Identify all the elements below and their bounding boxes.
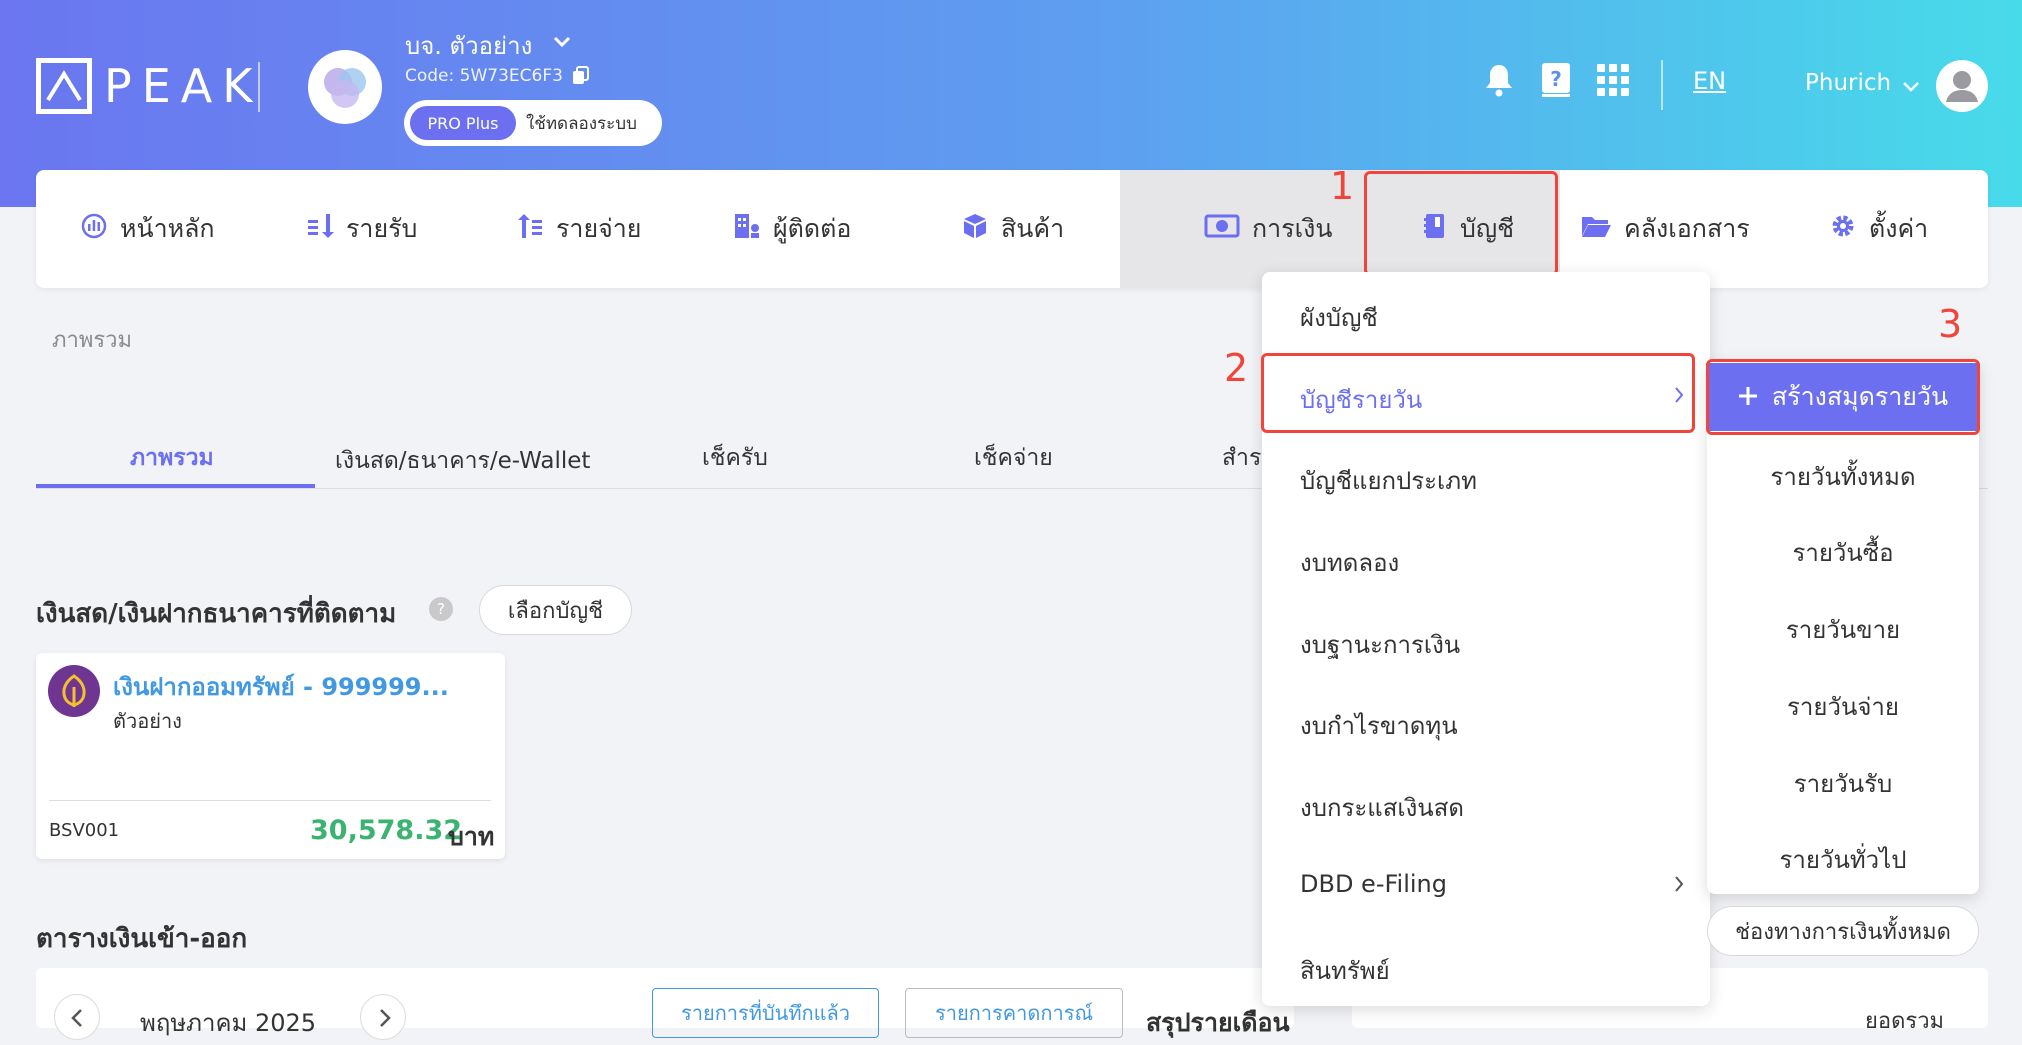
chevron-right-icon bbox=[1673, 874, 1685, 898]
nav-income[interactable]: รายรับ bbox=[306, 170, 417, 288]
select-account-button[interactable]: เลือกบัญชี bbox=[479, 585, 632, 635]
nav-finance[interactable]: การเงิน bbox=[1120, 170, 1360, 288]
nav-settings[interactable]: ตั้งค่า bbox=[1829, 170, 1928, 288]
apps-grid-icon[interactable] bbox=[1597, 64, 1629, 100]
bank-account-subtitle: ตัวอย่าง bbox=[113, 709, 182, 733]
month-label: พฤษภาคม 2025 bbox=[140, 1009, 317, 1037]
bank-account-name[interactable]: เงินฝากออมทรัพย์ - 999999... bbox=[113, 667, 449, 706]
income-icon bbox=[306, 212, 334, 246]
bank-balance: 30,578.32 bbox=[310, 815, 463, 846]
menu-item-income-statement[interactable]: งบกำไรขาดทุน bbox=[1300, 706, 1458, 745]
user-name[interactable]: Phurich bbox=[1805, 70, 1891, 96]
submenu-item-all-journals[interactable]: รายวันทั้งหมด bbox=[1707, 457, 1979, 496]
folder-icon bbox=[1580, 212, 1612, 246]
nav-label: สินค้า bbox=[1001, 214, 1065, 243]
language-switch[interactable]: EN bbox=[1693, 67, 1726, 95]
peak-logo-mark[interactable] bbox=[36, 58, 92, 114]
dashboard-icon bbox=[80, 212, 108, 246]
tab-overview[interactable]: ภาพรวม bbox=[130, 440, 214, 476]
currency-label: บาท bbox=[448, 822, 495, 851]
breadcrumb[interactable]: ภาพรวม bbox=[52, 322, 132, 357]
nav-label: รายจ่าย bbox=[556, 214, 642, 243]
bank-account-code: BSV001 bbox=[49, 820, 120, 841]
nav-dashboard[interactable]: หน้าหลัก bbox=[80, 170, 215, 288]
menu-item-assets[interactable]: สินทรัพย์ bbox=[1300, 951, 1390, 990]
submenu-item-sales-journal[interactable]: รายวันขาย bbox=[1707, 610, 1979, 649]
gear-icon bbox=[1829, 212, 1857, 246]
user-chevron-down-icon[interactable] bbox=[1902, 78, 1920, 97]
nav-products[interactable]: สินค้า bbox=[961, 170, 1064, 288]
menu-item-chart-of-accounts[interactable]: ผังบัญชี bbox=[1300, 298, 1378, 337]
tab-cash-bank[interactable]: เงินสด/ธนาคาร/e-Wallet bbox=[335, 443, 590, 479]
main-navbar: หน้าหลัก รายรับ รายจ่าย ผู้ติดต่อ สินค้า… bbox=[36, 170, 1988, 288]
submenu-item-purchase-journal[interactable]: รายวันซื้อ bbox=[1707, 533, 1979, 572]
nav-label: ตั้งค่า bbox=[1869, 214, 1929, 243]
recorded-items-button[interactable]: รายการที่บันทึกแล้ว bbox=[652, 988, 879, 1038]
contacts-icon bbox=[733, 212, 761, 246]
expense-icon bbox=[516, 212, 544, 246]
tab-cheque-paid[interactable]: เช็คจ่าย bbox=[974, 440, 1053, 476]
money-icon bbox=[1204, 212, 1240, 246]
menu-item-dbd-efiling[interactable]: DBD e-Filing bbox=[1300, 870, 1447, 898]
nav-expense[interactable]: รายจ่าย bbox=[516, 170, 641, 288]
submenu-item-general-journal[interactable]: รายวันทั่วไป bbox=[1707, 840, 1979, 879]
header-divider bbox=[258, 62, 260, 112]
company-name[interactable]: บจ. ตัวอย่าง bbox=[405, 26, 532, 65]
nav-label: คลังเอกสาร bbox=[1624, 214, 1750, 243]
chevron-down-icon[interactable] bbox=[552, 34, 572, 53]
company-code: Code: 5W73EC6F3 bbox=[405, 66, 563, 86]
menu-item-balance-sheet[interactable]: งบฐานะการเงิน bbox=[1300, 625, 1460, 664]
prev-month-button[interactable] bbox=[54, 994, 100, 1040]
bell-icon[interactable] bbox=[1484, 62, 1514, 102]
menu-item-trial-balance[interactable]: งบทดลอง bbox=[1300, 543, 1399, 582]
card-divider bbox=[49, 800, 491, 801]
plan-badge: PRO Plus bbox=[410, 106, 516, 140]
annotation-box-step1 bbox=[1364, 171, 1558, 276]
nav-label: หน้าหลัก bbox=[120, 214, 215, 243]
tab-cheque-received[interactable]: เช็ครับ bbox=[702, 440, 768, 476]
nav-label: รายรับ bbox=[346, 214, 418, 243]
annotation-step2: 2 bbox=[1224, 346, 1249, 390]
total-label: ยอดรวม bbox=[1865, 1009, 1945, 1034]
avatar[interactable] bbox=[1936, 60, 1988, 112]
annotation-step3: 3 bbox=[1938, 302, 1963, 346]
help-icon[interactable]: ? bbox=[429, 597, 453, 621]
nav-label: การเงิน bbox=[1252, 214, 1333, 243]
nav-contacts[interactable]: ผู้ติดต่อ bbox=[733, 170, 851, 288]
submenu-item-payment-journal[interactable]: รายวันจ่าย bbox=[1707, 687, 1979, 726]
annotation-box-step3 bbox=[1706, 359, 1980, 435]
nav-label: ผู้ติดต่อ bbox=[773, 214, 852, 243]
all-channels-button[interactable]: ช่องทางการเงินทั้งหมด bbox=[1707, 906, 1979, 956]
cash-section-title: เงินสด/เงินฝากธนาคารที่ติดตาม bbox=[36, 599, 397, 629]
bank-logo-icon bbox=[48, 665, 100, 717]
header-divider-right bbox=[1661, 60, 1663, 110]
help-book-icon[interactable]: ? bbox=[1541, 62, 1571, 102]
nav-documents[interactable]: คลังเอกสาร bbox=[1580, 170, 1750, 288]
trial-label: ใช้ทดลองระบบ bbox=[526, 114, 637, 134]
forecast-items-button[interactable]: รายการคาดการณ์ bbox=[905, 988, 1123, 1038]
menu-item-general-ledger[interactable]: บัญชีแยกประเภท bbox=[1300, 461, 1477, 500]
tab-active-indicator bbox=[36, 484, 315, 488]
copy-icon[interactable] bbox=[572, 66, 590, 90]
annotation-box-step2 bbox=[1261, 353, 1695, 433]
monthly-summary-label: สรุปรายเดือน bbox=[1146, 1008, 1290, 1037]
box-icon bbox=[961, 212, 989, 246]
menu-item-cash-flow[interactable]: งบกระแสเงินสด bbox=[1300, 788, 1464, 827]
annotation-step1: 1 bbox=[1330, 164, 1355, 208]
svg-text:?: ? bbox=[1550, 67, 1562, 91]
submenu-item-receipt-journal[interactable]: รายวันรับ bbox=[1707, 764, 1979, 803]
next-month-button[interactable] bbox=[360, 994, 406, 1040]
peak-logo-text[interactable]: PEAK bbox=[104, 58, 262, 114]
company-logo[interactable] bbox=[308, 50, 382, 124]
cashflow-section-title: ตารางเงินเข้า-ออก bbox=[36, 924, 248, 954]
